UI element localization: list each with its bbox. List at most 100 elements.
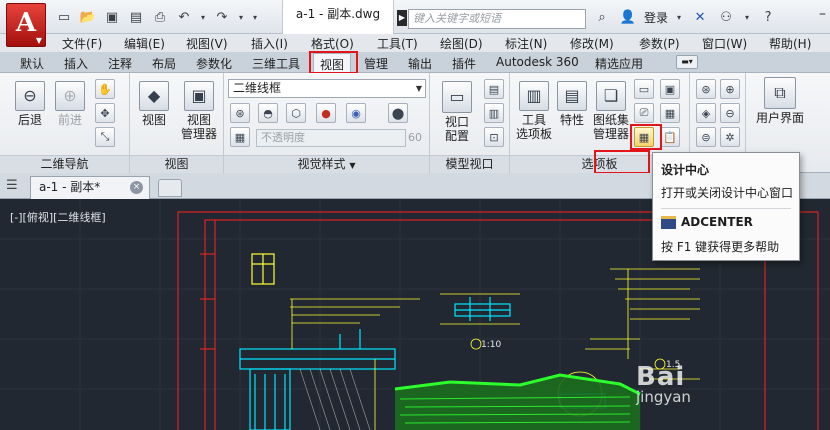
tooltip-description: 打开或关闭设计中心窗口: [661, 186, 794, 200]
login-dropdown-icon[interactable]: ▾: [674, 8, 684, 26]
menu-item-dimension[interactable]: 标注(N): [505, 35, 547, 52]
user-interface-icon: ⧉: [764, 77, 796, 109]
opacity-slider[interactable]: 不透明度: [256, 129, 406, 147]
binoculars-icon[interactable]: ⌕: [592, 8, 612, 26]
tile-horizontal-icon[interactable]: ⊖: [720, 103, 740, 123]
help-icon[interactable]: ?: [758, 8, 778, 26]
minimize-icon[interactable]: –: [819, 6, 826, 22]
tab-3d-tools[interactable]: 三维工具: [252, 55, 300, 72]
view-manager-label-2: 管理器: [180, 127, 217, 141]
viewport-config-label-2: 配置: [444, 129, 469, 143]
edge-effects-icon[interactable]: ⬡: [286, 103, 306, 123]
tab-parametric[interactable]: 参数化: [196, 55, 232, 72]
menu-item-view[interactable]: 视图(V): [186, 35, 228, 52]
view-manager-label-1: 视图: [186, 113, 211, 127]
search-expand-icon[interactable]: ▶: [397, 10, 407, 26]
menu-icon[interactable]: ☰: [6, 178, 18, 193]
tooltip-help: 按 F1 键获得更多帮助: [661, 240, 780, 254]
tab-autodesk-360[interactable]: Autodesk 360: [496, 55, 579, 69]
properties-button[interactable]: ▤ 特性: [554, 81, 590, 127]
search-input[interactable]: 键入关键字或短语: [408, 9, 586, 29]
forward-label: 前进: [57, 113, 82, 127]
shadow-icon[interactable]: ⬤: [388, 103, 408, 123]
tab-output[interactable]: 输出: [408, 55, 432, 72]
community-dropdown-icon[interactable]: ▾: [742, 8, 752, 26]
new-drawing-tab-button[interactable]: [158, 179, 182, 197]
orbit-icon[interactable]: ✥: [95, 103, 115, 123]
tab-layout[interactable]: 布局: [152, 55, 176, 72]
menu-item-edit[interactable]: 编辑(E): [124, 35, 165, 52]
menu-item-help[interactable]: 帮助(H): [769, 35, 811, 52]
redo-dropdown-icon[interactable]: ▾: [236, 8, 246, 26]
shaded-icon[interactable]: ◓: [258, 103, 278, 123]
visual-style-combo[interactable]: 二维线框 ▼: [228, 79, 426, 98]
community-icon[interactable]: ⚇: [716, 8, 736, 26]
layer-properties-icon[interactable]: ▣: [660, 79, 680, 99]
user-icon[interactable]: 👤: [618, 8, 638, 26]
menu-item-parametric[interactable]: 参数(P): [639, 35, 680, 52]
menu-item-window[interactable]: 窗口(W): [702, 35, 747, 52]
ribbon-options-icon[interactable]: ▬▾: [676, 55, 698, 69]
markup-set-icon[interactable]: ⎚: [634, 103, 654, 123]
join-viewports-icon[interactable]: ▥: [484, 103, 504, 123]
forward-button[interactable]: ⊕ 前进: [50, 81, 90, 127]
tool-palettes-button[interactable]: ▥ 工具 选项板: [514, 81, 554, 141]
user-interface-button[interactable]: ⧉ 用户界面: [750, 77, 810, 125]
xray-icon[interactable]: ▦: [230, 127, 250, 147]
menu-item-draw[interactable]: 绘图(D): [440, 35, 483, 52]
tab-insert[interactable]: 插入: [64, 55, 88, 72]
tab-home[interactable]: 默认: [20, 55, 44, 72]
quickcalc-icon[interactable]: ▦: [660, 103, 680, 123]
clipboard-icon[interactable]: 📋: [660, 127, 680, 147]
viewport-config-label-1: 视口: [444, 115, 469, 129]
back-button[interactable]: ⊖ 后退: [10, 81, 50, 127]
panel-title-visual-styles[interactable]: 视觉样式 ▼: [224, 155, 429, 173]
login-link[interactable]: 登录: [644, 9, 668, 26]
undo-dropdown-icon[interactable]: ▾: [198, 8, 208, 26]
save-icon[interactable]: ▣: [102, 8, 122, 26]
print-icon[interactable]: ⎙: [150, 8, 170, 26]
named-viewports-icon[interactable]: ▤: [484, 79, 504, 99]
tab-featured-apps[interactable]: 精选应用: [595, 55, 643, 72]
panel-title-views: 视图: [130, 155, 223, 173]
chevron-down-icon: ▼: [415, 84, 422, 93]
tab-annotate[interactable]: 注释: [108, 55, 132, 72]
viewport-config-button[interactable]: ▭ 视口 配置: [434, 81, 480, 143]
tab-plugins[interactable]: 插件: [452, 55, 476, 72]
highlight-design-center-button: [630, 124, 662, 150]
file-tabs-icon[interactable]: ⊕: [720, 79, 740, 99]
panel-2d-navigation: ⊖ 后退 ⊕ 前进 ✋ ✥ ⤡ 二维导航: [0, 73, 130, 173]
layout-tabs-icon[interactable]: ◈: [696, 103, 716, 123]
drawing-tab-a1[interactable]: a-1 - 副本* ×: [30, 176, 150, 199]
menu-item-tools[interactable]: 工具(T): [377, 35, 418, 52]
lighting-icon[interactable]: ◉: [346, 103, 366, 123]
zoom-extents-icon[interactable]: ⤡: [95, 127, 115, 147]
customize-qat-icon[interactable]: ▾: [250, 8, 260, 26]
exchange-apps-icon[interactable]: ✕: [690, 8, 710, 26]
menu-item-format[interactable]: 格式(O): [311, 35, 354, 52]
save-as-icon[interactable]: ▤: [126, 8, 146, 26]
undo-icon[interactable]: ↶: [174, 8, 194, 26]
switch-windows-icon[interactable]: ⊛: [696, 79, 716, 99]
view-button[interactable]: ◆ 视图: [134, 81, 174, 127]
redo-icon[interactable]: ↷: [212, 8, 232, 26]
application-menu-button[interactable]: A ▼: [6, 3, 46, 47]
cascade-icon[interactable]: ✲: [720, 127, 740, 147]
user-interface-label: 用户界面: [755, 111, 804, 125]
menu-item-file[interactable]: 文件(F): [62, 35, 102, 52]
new-file-icon[interactable]: ▭: [54, 8, 74, 26]
tile-vertical-icon[interactable]: ⊜: [696, 127, 716, 147]
view-manager-button[interactable]: ▣ 视图 管理器: [176, 81, 222, 141]
close-icon[interactable]: ×: [130, 181, 143, 194]
menu-item-modify[interactable]: 修改(M): [570, 35, 614, 52]
open-folder-icon[interactable]: 📂: [78, 8, 98, 26]
command-line-icon[interactable]: ▭: [634, 79, 654, 99]
material-icon[interactable]: ●: [316, 103, 336, 123]
tooltip-command: ADCENTER: [681, 215, 753, 229]
restore-viewport-icon[interactable]: ⊡: [484, 127, 504, 147]
wireframe-icon[interactable]: ⊛: [230, 103, 250, 123]
sheet-set-manager-button[interactable]: ❏ 图纸集 管理器: [590, 81, 632, 141]
pan-icon[interactable]: ✋: [95, 79, 115, 99]
menu-item-insert[interactable]: 插入(I): [251, 35, 288, 52]
tab-manage[interactable]: 管理: [364, 55, 388, 72]
